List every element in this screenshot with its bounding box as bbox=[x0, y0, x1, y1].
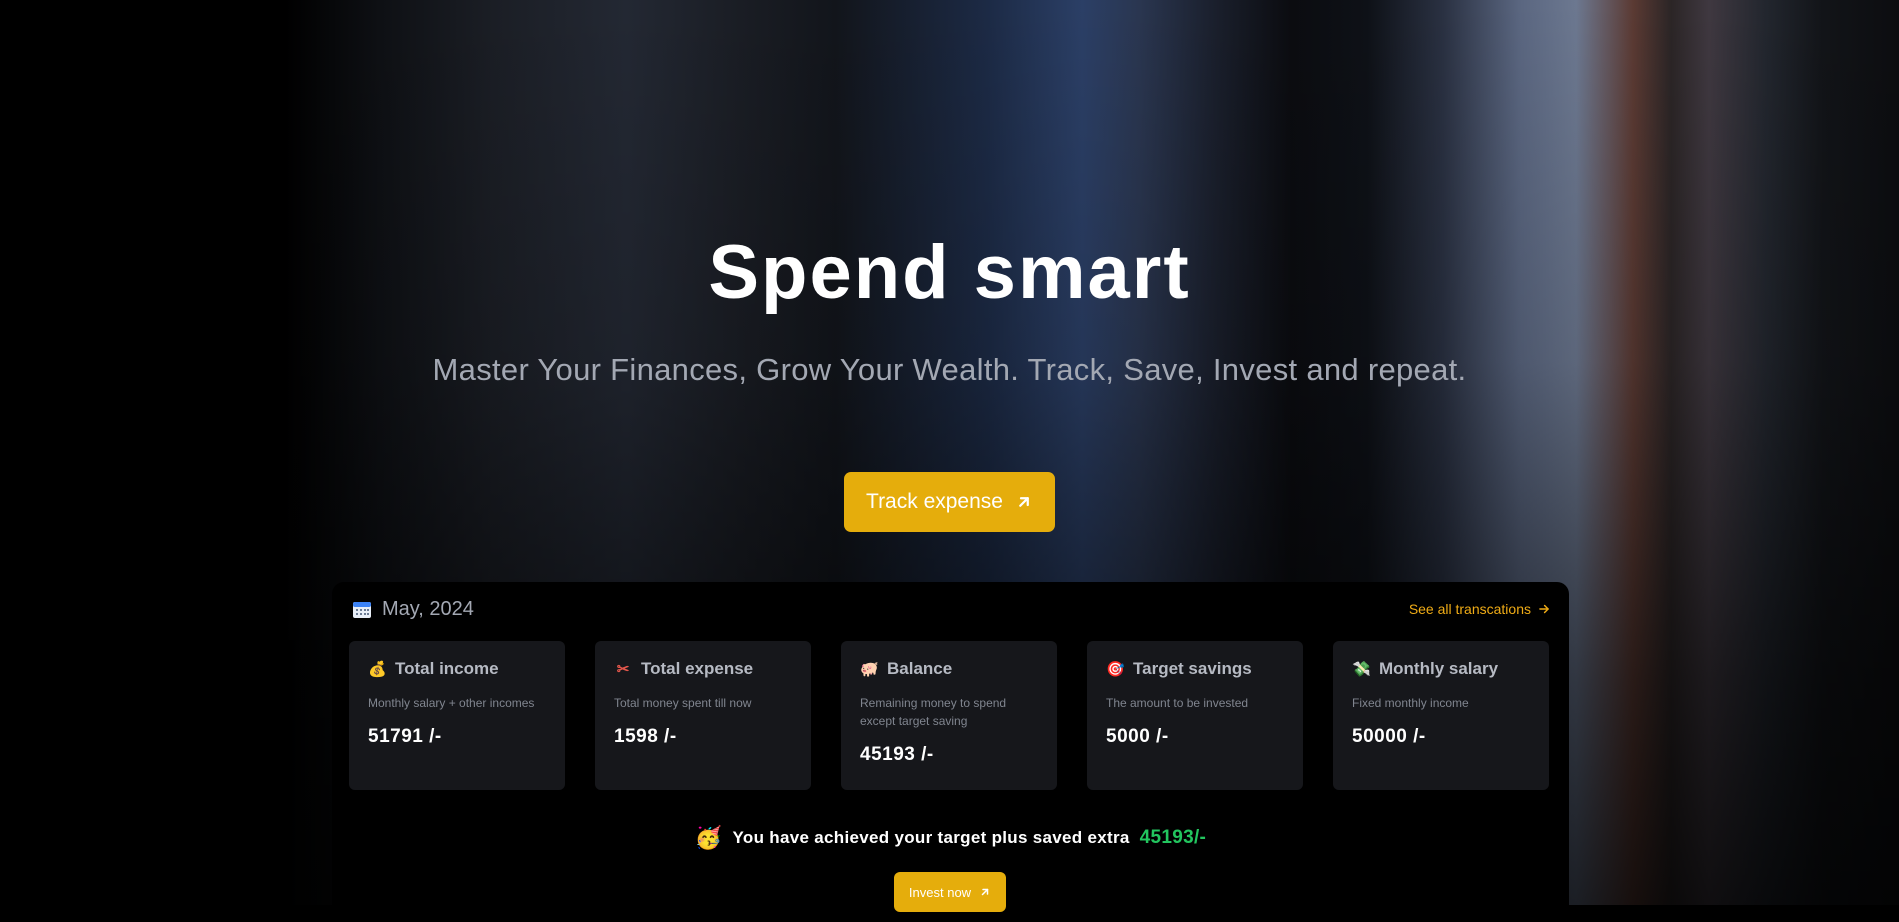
card-value: 51791 /- bbox=[368, 726, 442, 747]
card-value: 1598 /- bbox=[614, 726, 677, 747]
card-title: Balance bbox=[887, 659, 953, 678]
card-description: Total money spent till now bbox=[614, 696, 752, 710]
hero-subtitle: Master Your Finances, Grow Your Wealth. … bbox=[432, 352, 1467, 387]
card-description: The amount to be invested bbox=[1106, 696, 1249, 710]
card-value: 45193 /- bbox=[860, 744, 934, 765]
month-display: May, 2024 bbox=[352, 598, 474, 621]
invest-now-label: Invest now bbox=[908, 884, 972, 900]
pig-icon: 🐖 bbox=[860, 661, 879, 678]
achievement-text: You have achieved your target plus saved… bbox=[732, 828, 1130, 847]
achievement-amount: 45193/- bbox=[1139, 827, 1207, 848]
card-title: Target savings bbox=[1133, 659, 1252, 678]
invest-now-button[interactable]: Invest now bbox=[894, 872, 1006, 912]
summary-panel: May, 2024 See all transcations 💰 Total i… bbox=[332, 582, 1569, 922]
card-description: Monthly salary + other incomes bbox=[368, 696, 535, 710]
target-icon: 🎯 bbox=[1106, 661, 1125, 678]
target-savings-card: 🎯 Target savings The amount to be invest… bbox=[1087, 641, 1303, 790]
card-value: 5000 /- bbox=[1106, 726, 1169, 747]
card-description: Remaining money to spend except target s… bbox=[860, 696, 1007, 728]
track-expense-label: Track expense bbox=[866, 490, 1003, 513]
balance-card: 🐖 Balance Remaining money to spend excep… bbox=[841, 641, 1057, 790]
month-label: May, 2024 bbox=[382, 597, 474, 620]
card-value: 50000 /- bbox=[1352, 726, 1426, 747]
scissors-icon: ✂ bbox=[616, 661, 630, 678]
total-income-card: 💰 Total income Monthly salary + other in… bbox=[349, 641, 565, 790]
monthly-salary-card: 💸 Monthly salary Fixed monthly income 50… bbox=[1333, 641, 1549, 790]
summary-header: May, 2024 See all transcations bbox=[352, 594, 1551, 624]
arrow-up-right-icon bbox=[1019, 497, 1029, 507]
see-all-label: See all transcations bbox=[1408, 601, 1531, 617]
arrow-up-right-icon bbox=[981, 888, 989, 896]
summary-cards: 💰 Total income Monthly salary + other in… bbox=[349, 641, 1549, 790]
card-title: Total expense bbox=[641, 659, 754, 678]
card-description: Fixed monthly income bbox=[1352, 696, 1469, 710]
see-all-transactions-link[interactable]: See all transcations bbox=[1409, 601, 1551, 617]
arrow-right-icon bbox=[1539, 604, 1549, 614]
money-with-wings-icon: 💸 bbox=[1352, 661, 1371, 678]
total-expense-card: ✂ Total expense Total money spent till n… bbox=[595, 641, 811, 790]
party-face-icon: 🥳 bbox=[694, 825, 723, 850]
track-expense-button[interactable]: Track expense bbox=[844, 472, 1055, 532]
hero-title: Spend smart bbox=[708, 230, 1191, 315]
card-title: Total income bbox=[395, 659, 499, 678]
card-title: Monthly salary bbox=[1379, 659, 1499, 678]
achievement-message: 🥳 You have achieved your target plus sav… bbox=[332, 825, 1569, 851]
money-bag-icon: 💰 bbox=[368, 661, 387, 678]
calendar-icon bbox=[353, 602, 371, 618]
